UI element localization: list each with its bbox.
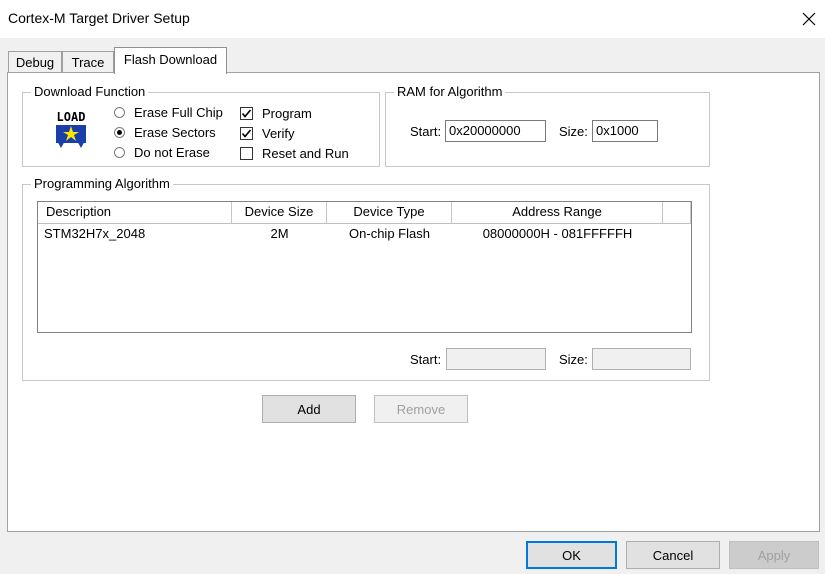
ram-start-label: Start: xyxy=(410,124,442,139)
program-check-icon xyxy=(240,106,253,120)
flash-download-panel: Download Function LOAD Erase Full Chip E… xyxy=(7,72,820,532)
column-device-type[interactable]: Device Type xyxy=(327,202,452,223)
reset-and-run-box xyxy=(240,146,253,160)
ok-button[interactable]: OK xyxy=(526,541,617,569)
algorithm-start-field[interactable] xyxy=(446,348,546,370)
erase-sectors-label: Erase Sectors xyxy=(134,124,216,140)
row-description: STM32H7x_2048 xyxy=(44,226,146,241)
ram-start-field[interactable]: 0x20000000 xyxy=(445,120,546,142)
title-bar: Cortex-M Target Driver Setup xyxy=(0,0,825,38)
erase-full-chip-radio[interactable]: Erase Full Chip xyxy=(114,104,223,120)
algorithm-start-label: Start: xyxy=(410,352,442,367)
verify-check-icon xyxy=(240,126,253,140)
add-button[interactable]: Add xyxy=(262,395,356,423)
tab-debug[interactable]: Debug xyxy=(8,51,62,73)
erase-full-chip-radio-circle xyxy=(114,106,125,118)
algorithm-list-header: Description Device Size Device Type Addr… xyxy=(38,202,691,224)
column-description[interactable]: Description xyxy=(38,202,232,223)
ram-for-algorithm-legend: RAM for Algorithm xyxy=(394,84,506,100)
ram-size-field[interactable]: 0x1000 xyxy=(592,120,658,142)
reset-and-run-checkbox[interactable]: Reset and Run xyxy=(240,145,349,161)
row-device-size: 2M xyxy=(270,226,289,241)
tab-flash-download[interactable]: Flash Download xyxy=(114,47,227,74)
row-device-type: On-chip Flash xyxy=(349,226,430,241)
verify-label: Verify xyxy=(262,125,295,141)
erase-sectors-radio-circle xyxy=(114,126,125,138)
reset-and-run-label: Reset and Run xyxy=(262,145,349,161)
algorithm-size-label: Size: xyxy=(559,352,588,367)
do-not-erase-radio-circle xyxy=(114,146,125,158)
verify-checkbox[interactable]: Verify xyxy=(240,125,295,141)
tab-flash-download-label: Flash Download xyxy=(123,52,218,67)
tab-trace-label: Trace xyxy=(71,55,105,70)
do-not-erase-label: Do not Erase xyxy=(134,144,210,160)
column-device-size-label: Device Size xyxy=(244,204,314,219)
column-empty xyxy=(663,202,691,223)
window-title: Cortex-M Target Driver Setup xyxy=(8,10,190,26)
programming-algorithm-legend: Programming Algorithm xyxy=(31,176,173,192)
ram-size-label: Size: xyxy=(559,124,588,139)
load-icon-text: LOAD xyxy=(57,110,86,124)
tab-trace[interactable]: Trace xyxy=(62,51,114,73)
close-icon[interactable] xyxy=(797,8,821,30)
column-address-range[interactable]: Address Range xyxy=(452,202,663,223)
erase-full-chip-label: Erase Full Chip xyxy=(134,104,223,120)
cancel-button[interactable]: Cancel xyxy=(626,541,720,569)
program-label: Program xyxy=(262,105,312,121)
erase-sectors-radio[interactable]: Erase Sectors xyxy=(114,124,216,140)
download-function-legend: Download Function xyxy=(31,84,149,100)
column-device-type-label: Device Type xyxy=(353,204,425,219)
column-description-label: Description xyxy=(46,204,112,219)
algorithm-list[interactable]: Description Device Size Device Type Addr… xyxy=(37,201,692,333)
column-device-size[interactable]: Device Size xyxy=(232,202,327,223)
program-checkbox[interactable]: Program xyxy=(240,105,312,121)
remove-button[interactable]: Remove xyxy=(374,395,468,423)
do-not-erase-radio[interactable]: Do not Erase xyxy=(114,144,210,160)
row-address-range: 08000000H - 081FFFFFH xyxy=(482,226,633,241)
apply-button[interactable]: Apply xyxy=(729,541,819,569)
algorithm-size-field[interactable] xyxy=(592,348,691,370)
tab-debug-label: Debug xyxy=(15,55,55,70)
load-icon: LOAD xyxy=(51,108,91,150)
column-address-range-label: Address Range xyxy=(512,204,602,219)
